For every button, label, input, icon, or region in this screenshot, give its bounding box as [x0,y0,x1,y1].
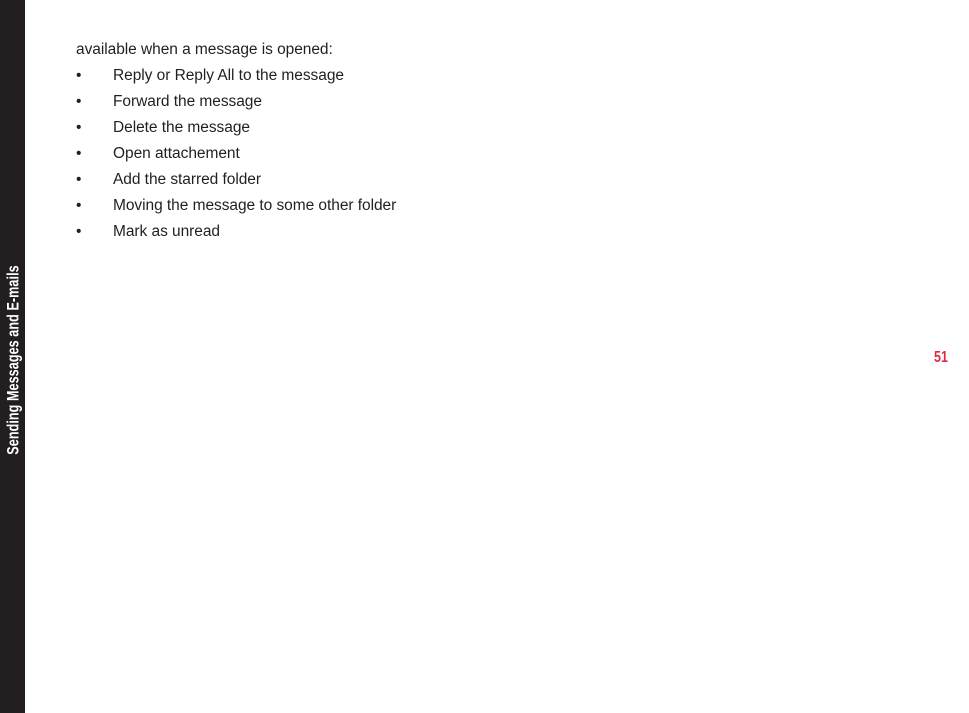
bullet-icon: • [76,93,82,110]
list-item-label: Add the starred folder [113,171,261,188]
bullet-icon: • [76,223,82,240]
section-tab-label: Sending Messages and E-mails [3,232,22,488]
section-tab-label-wrapper: Sending Messages and E-mails [0,0,25,713]
document-page: Sending Messages and E-mails available w… [0,0,969,713]
list-item: • Moving the message to some other folde… [76,196,776,222]
list-item: • Delete the message [76,118,776,144]
body-content: available when a message is opened: • Re… [76,40,776,248]
feature-bullet-list: • Reply or Reply All to the message • Fo… [76,66,776,248]
list-item: • Add the starred folder [76,170,776,196]
list-item-label: Mark as unread [113,223,220,240]
bullet-icon: • [76,119,82,136]
bullet-icon: • [76,171,82,188]
list-item-label: Reply or Reply All to the message [113,67,344,84]
lead-paragraph: available when a message is opened: [76,41,333,58]
list-item-label: Open attachement [113,145,240,162]
page-number-text: 51 [934,349,948,366]
list-item-label: Forward the message [113,93,262,110]
section-tab: Sending Messages and E-mails [0,0,25,713]
bullet-icon: • [76,67,82,84]
bullet-icon: • [76,145,82,162]
page-number: 51 [934,350,952,366]
list-item: • Open attachement [76,144,776,170]
list-item-label: Delete the message [113,119,250,136]
bullet-icon: • [76,197,82,214]
section-tab-label-text: Sending Messages and E-mails [3,265,22,455]
list-item: • Reply or Reply All to the message [76,66,776,92]
list-item: • Forward the message [76,92,776,118]
list-item-label: Moving the message to some other folder [113,197,397,214]
list-item: • Mark as unread [76,222,776,248]
